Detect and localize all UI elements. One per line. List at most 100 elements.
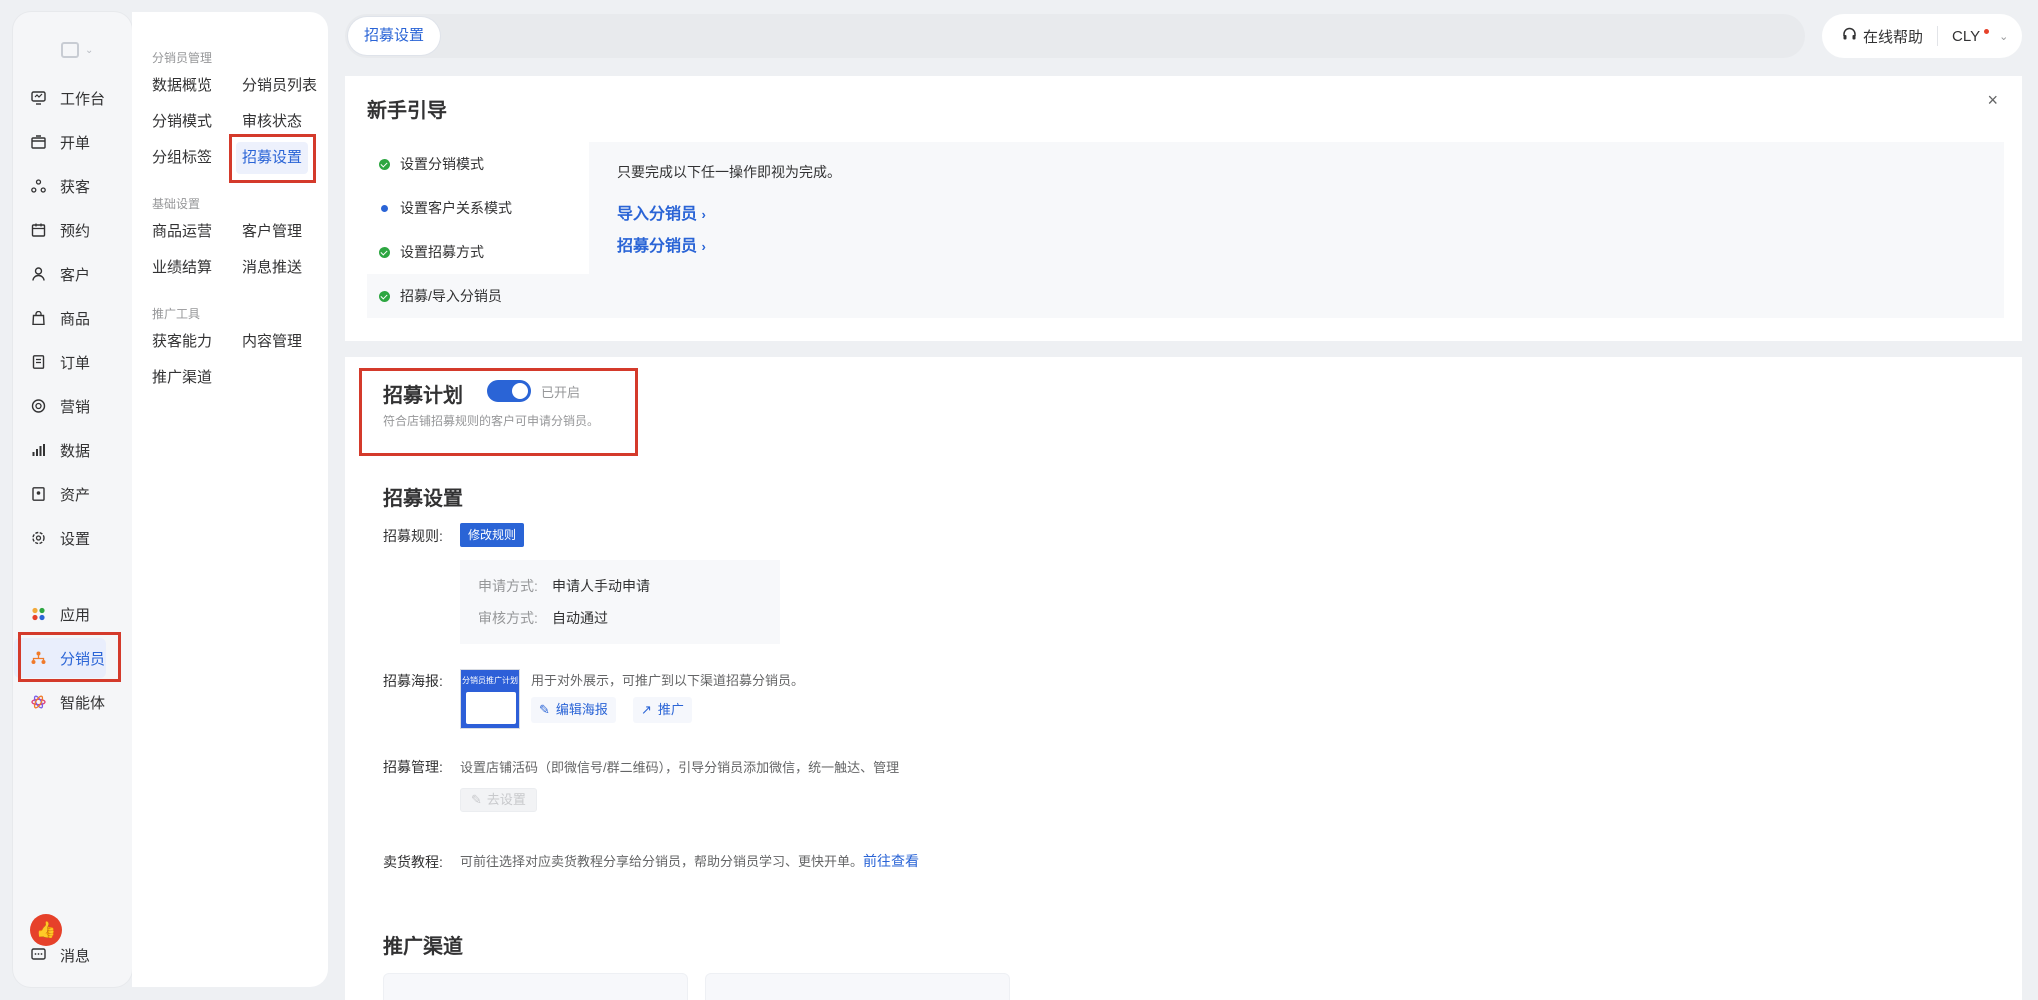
sidebar-item-5[interactable]: 商品 [14,298,106,338]
sidebar-item-2[interactable]: 获客 [14,166,106,206]
sidebar-item-7[interactable]: 营销 [14,386,106,426]
sidebar-lower-item-0[interactable]: 应用 [14,594,106,634]
order-icon [30,354,46,370]
modify-rule-button[interactable]: 修改规则 [460,523,525,547]
rule-summary: 申请方式: 申请人手动申请 审核方式: 自动通过 [460,560,780,644]
sidebar-item-label: 开单 [60,134,91,152]
sidebar-lower-item-2[interactable]: 智能体 [14,682,106,722]
step-label: 设置招募方式 [400,244,484,260]
sidebar-item-0[interactable]: 工作台 [14,78,106,118]
online-help-button[interactable]: 在线帮助 [1822,26,1923,47]
poster-desc: 用于对外展示，可推广到以下渠道招募分销员。 [531,673,805,688]
guide-step-detail: 只要完成以下任一操作即视为完成。 导入分销员 › 招募分销员 › [589,142,2004,318]
sidebar-item-10[interactable]: 设置 [14,518,106,558]
sidebar-item-label: 智能体 [60,694,106,712]
subnav-link[interactable]: 分销员列表 [236,70,323,102]
user-menu[interactable]: CLY ⌄ [1952,28,2008,45]
sidebar-item-label: 应用 [60,606,91,624]
tutorial-desc: 可前往选择对应卖货教程分享给分销员，帮助分销员学习、更快开单。前往查看 [460,853,920,869]
audit-method-label: 审核方式: [478,610,538,626]
guide-step[interactable]: 设置客户关系模式 [367,186,589,230]
chevron-down-icon: ⌄ [85,44,94,56]
gear-icon [30,530,46,546]
subnav-link-recruit-settings[interactable]: 招募设置 [236,142,309,174]
main-content: 招募计划 已开启 符合店铺招募规则的客户可申请分销员。 招募设置 招募规则: 修… [345,357,2022,1000]
guide-step[interactable]: 设置招募方式 [367,230,589,274]
sidebar-item-6[interactable]: 订单 [14,342,106,382]
sidebar-item-4[interactable]: 客户 [14,254,106,294]
acquire-icon [30,178,46,194]
recruit-plan-desc: 符合店铺招募规则的客户可申请分销员。 [383,414,600,428]
recruit-plan-toggle[interactable] [487,380,531,402]
store-icon [61,42,79,58]
apps-icon [30,606,46,622]
chevron-right-icon: › [701,207,706,222]
sidebar-item-label: 数据 [60,442,91,460]
toggle-status: 已开启 [541,385,581,400]
poster-label: 招募海报: [383,673,443,689]
sidebar-lower-item-1[interactable]: 分销员 [14,638,106,678]
subnav-link[interactable]: 商品运营 [146,216,218,248]
asset-icon [30,486,46,502]
sidebar-item-label: 订单 [60,354,91,372]
subnav-link[interactable]: 分组标签 [146,142,218,174]
chevron-down-icon: ⌄ [1999,30,2009,43]
close-icon[interactable]: × [1987,90,1998,111]
go-setting-button[interactable]: ✎ 去设置 [460,788,537,812]
subnav-link[interactable]: 消息推送 [236,252,308,284]
poster-thumb-title: 分销员推广计划 [462,676,518,685]
promo-channel-title: 推广渠道 [383,936,463,958]
subnav-link[interactable]: 分销模式 [146,106,218,138]
apply-method-value: 申请人手动申请 [552,578,650,594]
recruit-distributor-link[interactable]: 招募分销员 › [617,232,706,256]
mgmt-label: 招募管理: [383,759,443,775]
user-name: CLY [1952,27,1981,45]
store-switcher[interactable]: ⌄ [61,42,93,58]
import-distributor-link[interactable]: 导入分销员 › [617,200,706,224]
subnav-link[interactable]: 内容管理 [236,326,308,358]
subnav-link[interactable]: 推广渠道 [146,362,218,394]
bag-icon [30,310,46,326]
poster-thumbnail[interactable]: 分销员推广计划 [460,669,520,729]
check-circle-icon [379,246,390,258]
subnav-link[interactable]: 业绩结算 [146,252,218,284]
subnav-group-title: 基础设置 [152,197,201,211]
check-circle-icon [379,158,390,170]
sidebar-item-9[interactable]: 资产 [14,474,106,514]
tab-recruit-settings[interactable]: 招募设置 [348,17,441,55]
workbench-icon [30,90,46,106]
sidebar-item-label: 设置 [60,530,91,548]
beginner-guide-panel: 新手引导 × 设置分销模式 设置客户关系模式 设置招募方式 招募/导入分销员 只… [345,76,2022,341]
step-label: 招募/导入分销员 [400,288,502,304]
subnav-link[interactable]: 客户管理 [236,216,308,248]
notification-dot [1984,28,1990,34]
distributor-icon [30,650,46,666]
subnav-link[interactable]: 获客能力 [146,326,218,358]
sidebar-item-3[interactable]: 预约 [14,210,106,250]
chevron-right-icon: › [701,239,706,254]
channel-card[interactable] [705,973,1010,1000]
promote-button[interactable]: ↗ 推广 [633,697,692,723]
headset-icon [1842,27,1857,46]
channel-card[interactable] [383,973,688,1000]
sidebar-item-8[interactable]: 数据 [14,430,106,470]
agent-icon [30,694,46,710]
subnav-link[interactable]: 数据概览 [146,70,218,102]
sidebar-item-label: 预约 [60,222,91,240]
view-tutorial-link[interactable]: 前往查看 [863,853,919,869]
guide-step-active[interactable]: 招募/导入分销员 [367,274,589,318]
tab-bar: 招募设置 [345,14,1805,58]
secondary-sidebar: 分销员管理 数据概览 分销员列表 分销模式 审核状态 分组标签 招募设置 基础设… [132,12,328,987]
guide-step[interactable]: 设置分销模式 [367,142,589,186]
sidebar-item-label: 客户 [60,266,91,284]
sidebar-item-message[interactable]: 消息 [14,935,106,975]
sidebar-item-1[interactable]: 开单 [14,122,106,162]
sidebar-item-label: 获客 [60,178,91,196]
edit-poster-button[interactable]: ✎ 编辑海报 [531,697,616,723]
subnav-group-title: 推广工具 [152,307,201,321]
subnav-link[interactable]: 审核状态 [236,106,308,138]
audit-method-value: 自动通过 [552,610,608,626]
sidebar-item-label: 资产 [60,486,91,504]
sidebar-item-label: 消息 [60,947,91,965]
sidebar-item-label: 营销 [60,398,91,416]
